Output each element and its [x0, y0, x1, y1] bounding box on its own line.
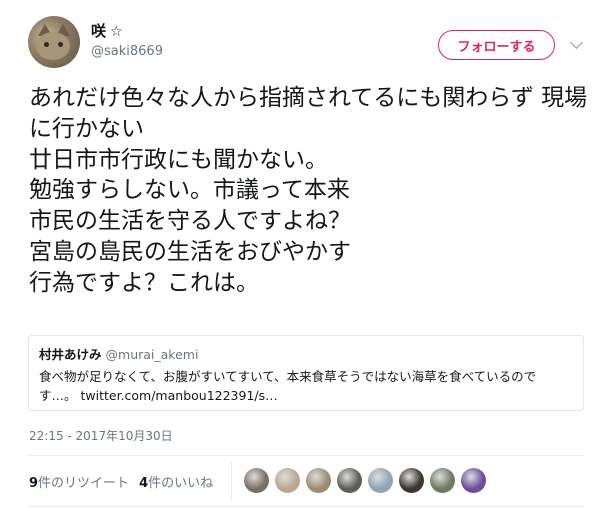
quoted-user-handle: @murai_akemi — [105, 347, 199, 362]
tweet-stats: 9件のリツイート 4件のいいね — [29, 472, 213, 491]
divider — [28, 455, 584, 456]
tweet-text: あれだけ色々な人から指摘されてるにも関わらず 現場に行かない 廿日市市行政にも聞… — [29, 85, 588, 296]
user-name[interactable]: 咲 ☆ — [91, 20, 123, 41]
user-avatar[interactable] — [28, 16, 80, 68]
user-name-symbol: ☆ — [110, 24, 123, 40]
avatar-eye — [44, 42, 49, 47]
liker-avatar[interactable] — [430, 468, 455, 493]
liker-avatar[interactable] — [337, 468, 362, 493]
retweets-stat[interactable]: 9件のリツイート — [29, 476, 129, 491]
liker-avatar[interactable] — [368, 468, 393, 493]
stats-divider — [231, 462, 232, 500]
divider — [28, 506, 584, 507]
retweets-label: 件のリツイート — [38, 476, 130, 491]
likes-stat[interactable]: 4件のいいね — [139, 476, 213, 491]
tweet-timestamp[interactable]: 22:15 - 2017年10月30日 — [29, 427, 173, 444]
quoted-tweet-header: 村井あけみ @murai_akemi — [39, 344, 573, 363]
user-name-text: 咲 — [91, 22, 107, 40]
follow-button[interactable]: フォローする — [438, 30, 555, 60]
likes-label: 件のいいね — [148, 476, 214, 491]
liker-avatar[interactable] — [275, 468, 300, 493]
quoted-tweet-text: 食べ物が足りなくて、お腹がすいてすいて、本来食草そうではない海草を食べているので… — [39, 369, 537, 403]
quoted-user-name: 村井あけみ — [39, 347, 102, 362]
user-handle[interactable]: @saki8669 — [91, 44, 163, 59]
quoted-tweet[interactable]: 村井あけみ @murai_akemi 食べ物が足りなくて、お腹がすいてすいて、本来… — [28, 335, 584, 411]
avatar-face — [36, 32, 70, 60]
retweets-count: 9 — [29, 476, 39, 491]
likes-count: 4 — [139, 476, 149, 491]
avatar-eye — [58, 42, 63, 47]
liker-avatar[interactable] — [306, 468, 331, 493]
liker-avatar[interactable] — [244, 468, 269, 493]
liker-avatar[interactable] — [461, 468, 486, 493]
liker-avatars — [244, 468, 486, 493]
chevron-down-icon[interactable] — [570, 36, 583, 49]
liker-avatar[interactable] — [399, 468, 424, 493]
